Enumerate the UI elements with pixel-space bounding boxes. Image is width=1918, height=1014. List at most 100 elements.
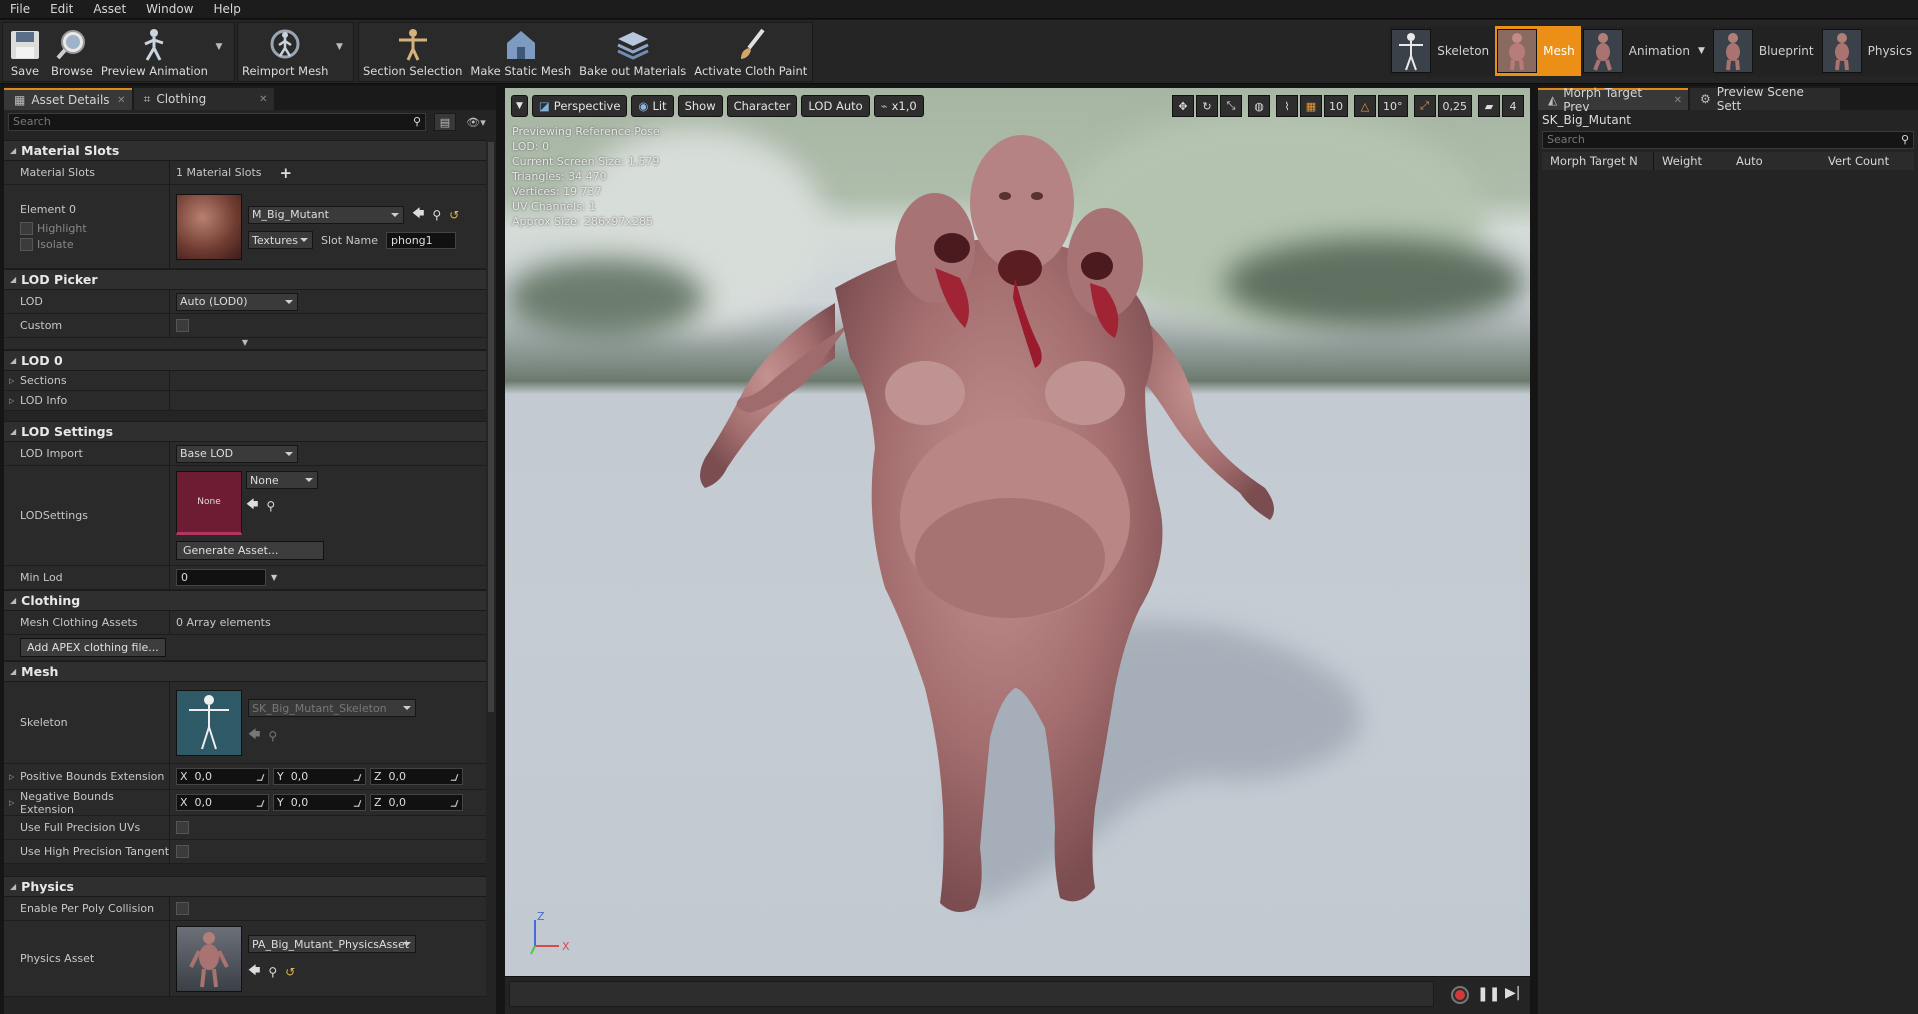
activate-cloth-paint-button[interactable]: Activate Cloth Paint (690, 23, 811, 81)
pos-bounds-x-input[interactable]: X 0,0 (176, 768, 269, 785)
highlight-checkbox[interactable] (20, 221, 33, 235)
isolate-toggle[interactable]: Isolate (20, 237, 74, 251)
category-mesh[interactable]: ◢ Mesh (4, 661, 486, 682)
preview-animation-button[interactable]: Preview Animation (97, 23, 212, 81)
material-thumbnail[interactable] (176, 193, 242, 260)
rotate-icon[interactable]: ↻ (1196, 95, 1218, 117)
use-selected-arrow-icon[interactable]: 🡄 (246, 495, 258, 516)
rotation-snap-icon[interactable]: △ (1354, 95, 1376, 117)
grid-snap-value[interactable]: 10 (1324, 95, 1348, 117)
tab-clothing[interactable]: ⌗ Clothing ✕ (133, 88, 274, 110)
mode-mesh[interactable]: Mesh (1495, 26, 1581, 76)
custom-checkbox[interactable] (176, 319, 189, 332)
physics-asset-combo[interactable]: PA_Big_Mutant_PhysicsAsset (248, 935, 416, 953)
column-vert-count[interactable]: Vert Count (1820, 154, 1889, 168)
browse-magnifier-icon[interactable]: ⚲ (432, 208, 441, 222)
details-search-input[interactable]: Search ⚲ (8, 113, 426, 131)
lod-info-row[interactable]: ▷ LOD Info (4, 391, 486, 411)
use-selected-arrow-icon[interactable]: 🡄 (248, 725, 260, 746)
lodsettings-asset-combo[interactable]: None (246, 471, 318, 489)
playback-speed-button[interactable]: ⌁ x1,0 (873, 95, 924, 117)
tab-asset-details[interactable]: ▦ Asset Details ✕ (4, 88, 132, 110)
show-button[interactable]: Show (677, 95, 723, 117)
category-clothing[interactable]: ◢ Clothing (4, 590, 486, 611)
use-selected-arrow-icon[interactable]: 🡄 (248, 961, 260, 982)
pause-button[interactable]: ❚❚ (1477, 986, 1500, 1002)
preview-animation-dropdown-icon[interactable]: ▼ (212, 13, 226, 81)
scale-snap-value[interactable]: 0,25 (1437, 95, 1472, 117)
mode-animation[interactable]: Animation ▼ (1581, 26, 1711, 76)
browse-magnifier-icon[interactable]: ⚲ (268, 729, 277, 743)
category-material-slots[interactable]: ◢ Material Slots (4, 140, 486, 161)
menu-asset[interactable]: Asset (83, 2, 136, 16)
reimport-dropdown-icon[interactable]: ▼ (332, 13, 346, 81)
close-icon[interactable]: ✕ (259, 94, 267, 105)
pos-bounds-z-input[interactable]: Z 0,0 (370, 768, 463, 785)
timeline-scrubber[interactable] (509, 981, 1434, 1007)
tab-preview-scene-settings[interactable]: ⚙ Preview Scene Sett (1690, 85, 1840, 113)
close-icon[interactable]: ✕ (1674, 95, 1682, 106)
surface-snap-icon[interactable]: ⌇ (1276, 95, 1298, 117)
lodsettings-thumbnail[interactable]: None (176, 471, 242, 535)
textures-dropdown[interactable]: Textures (248, 231, 313, 249)
details-scrollbar[interactable] (486, 140, 496, 714)
character-button[interactable]: Character (726, 95, 798, 117)
highlight-toggle[interactable]: Highlight (20, 221, 87, 235)
advanced-expander[interactable]: ▼ (4, 338, 486, 350)
isolate-checkbox[interactable] (20, 237, 33, 251)
mode-physics[interactable]: Physics (1820, 26, 1918, 76)
menu-window[interactable]: Window (136, 2, 203, 16)
reset-icon[interactable]: ↺ (285, 965, 295, 979)
menu-edit[interactable]: Edit (40, 2, 83, 16)
camera-speed-value[interactable]: 4 (1502, 95, 1524, 117)
neg-bounds-z-input[interactable]: Z 0,0 (370, 794, 463, 811)
add-icon[interactable]: + (280, 164, 293, 182)
rotation-snap-value[interactable]: 10° (1378, 95, 1408, 117)
expand-right-icon[interactable]: ▷ (9, 799, 14, 807)
lod-import-dropdown[interactable]: Base LOD (176, 444, 298, 463)
scale-snap-icon[interactable]: ⤢ (1413, 95, 1436, 117)
min-lod-input[interactable]: 0 (176, 569, 266, 586)
translate-icon[interactable]: ✥ (1172, 95, 1194, 117)
pos-bounds-y-input[interactable]: Y 0,0 (273, 768, 366, 785)
property-matrix-button[interactable]: ▤ (434, 113, 456, 131)
expand-right-icon[interactable]: ▷ (9, 377, 14, 385)
material-combo[interactable]: M_Big_Mutant (248, 205, 404, 224)
close-icon[interactable]: ✕ (117, 95, 125, 106)
morph-search-input[interactable]: Search ⚲ (1542, 131, 1914, 149)
menu-file[interactable]: File (0, 2, 40, 16)
skeleton-thumbnail[interactable] (176, 689, 242, 756)
skeleton-combo[interactable]: SK_Big_Mutant_Skeleton (248, 699, 416, 717)
column-weight[interactable]: Weight (1654, 154, 1728, 168)
bake-out-materials-button[interactable]: Bake out Materials (575, 23, 690, 81)
mode-blueprint[interactable]: Blueprint (1711, 26, 1820, 76)
min-lod-dropdown-icon[interactable]: ▼ (271, 573, 277, 582)
animation-dropdown-icon[interactable]: ▼ (1698, 46, 1705, 56)
viewport-options-button[interactable]: ▼ (511, 95, 528, 117)
per-poly-collision-checkbox[interactable] (176, 902, 189, 915)
reset-icon[interactable]: ↺ (449, 208, 459, 222)
use-selected-arrow-icon[interactable]: 🡄 (412, 204, 424, 225)
neg-bounds-y-input[interactable]: Y 0,0 (273, 794, 366, 811)
scale-icon[interactable]: ⤡ (1220, 95, 1242, 117)
step-forward-button[interactable]: ▶| (1505, 985, 1520, 1001)
category-lod-0[interactable]: ◢ LOD 0 (4, 350, 486, 371)
high-precision-tangent-checkbox[interactable] (176, 845, 189, 858)
record-button[interactable] (1451, 986, 1469, 1004)
sections-row[interactable]: ▷ Sections (4, 371, 486, 391)
physics-asset-thumbnail[interactable] (176, 925, 242, 992)
add-apex-clothing-button[interactable]: Add APEX clothing file... (20, 638, 166, 657)
browse-magnifier-icon[interactable]: ⚲ (266, 499, 275, 513)
make-static-mesh-button[interactable]: Make Static Mesh (466, 23, 575, 81)
view-options-button[interactable]: 👁▾ (460, 113, 492, 131)
browse-button[interactable]: Browse (47, 23, 97, 81)
browse-magnifier-icon[interactable]: ⚲ (268, 965, 277, 979)
category-lod-settings[interactable]: ◢ LOD Settings (4, 421, 486, 442)
reimport-mesh-button[interactable]: Reimport Mesh (238, 23, 332, 81)
mode-skeleton[interactable]: Skeleton (1389, 26, 1495, 76)
full-precision-uvs-checkbox[interactable] (176, 821, 189, 834)
section-selection-button[interactable]: Section Selection (359, 23, 466, 81)
save-button[interactable]: Save (3, 23, 47, 81)
column-morph-target-name[interactable]: Morph Target N (1542, 152, 1654, 170)
camera-speed-icon[interactable]: ▰ (1478, 95, 1500, 117)
